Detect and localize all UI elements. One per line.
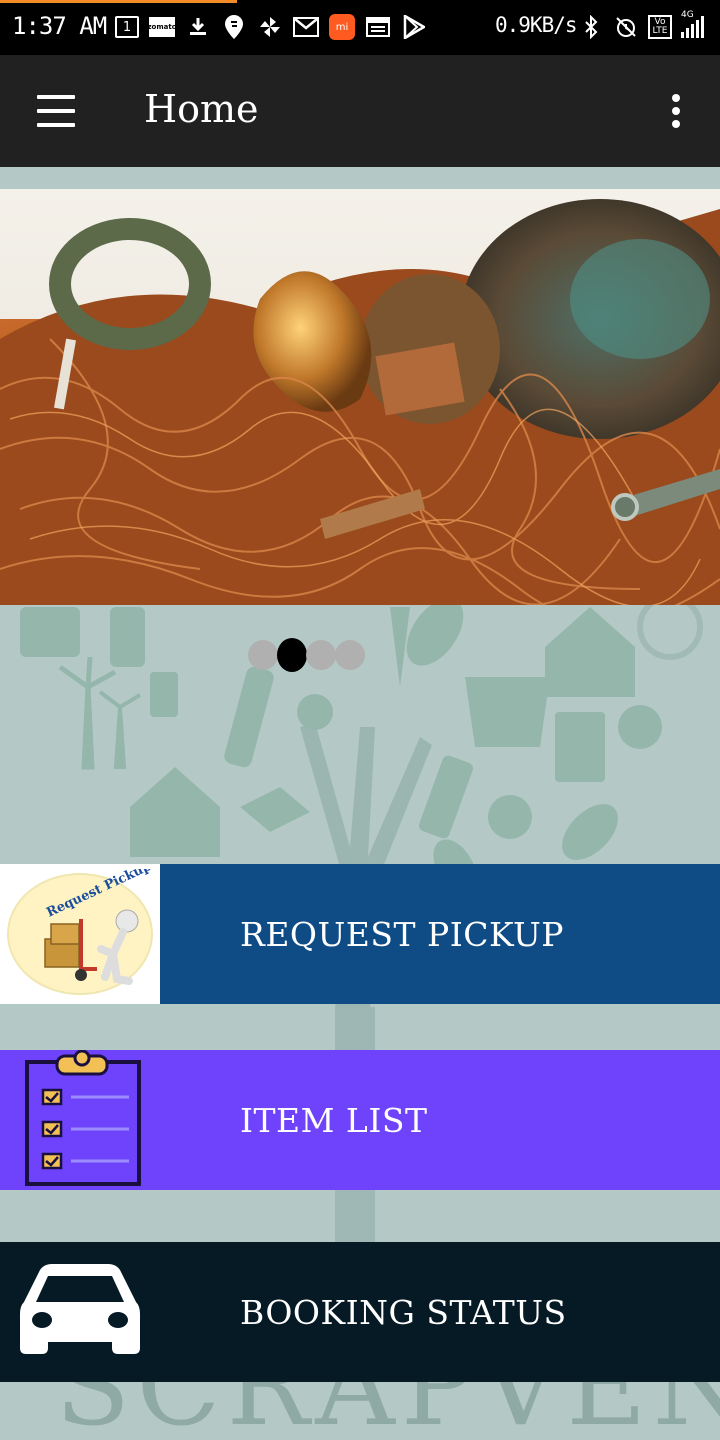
booking-status-button[interactable]: BOOKING STATUS: [0, 1242, 720, 1382]
request-pickup-icon: Request Pickup: [0, 864, 160, 1004]
volte-icon: Vo LTE: [648, 15, 672, 39]
banner-carousel-image[interactable]: [0, 189, 720, 605]
status-bar: 1:37 AM 1 zomato mi 0.9KB/s Vo LTE 4G: [0, 0, 720, 55]
scrap-metal-image: [0, 189, 720, 605]
carousel-dot-active[interactable]: [277, 638, 307, 672]
request-pickup-label: REQUEST PICKUP: [240, 914, 564, 954]
volte-label-bottom: LTE: [652, 26, 668, 36]
notification-icons: 1 zomato mi: [115, 12, 427, 42]
request-pickup-button[interactable]: Request Pickup REQUEST PICKUP: [0, 864, 720, 1004]
bluetooth-icon: [578, 14, 604, 40]
zomato-icon: zomato: [147, 17, 177, 37]
network-type: 4G: [681, 10, 694, 20]
carousel-indicators: [248, 638, 365, 672]
menu-icon[interactable]: [30, 91, 82, 131]
download-icon: [185, 14, 211, 40]
mi-icon: mi: [329, 14, 355, 40]
news-icon: [365, 14, 391, 40]
app-bar: Home: [0, 55, 720, 167]
more-options-icon[interactable]: [660, 91, 692, 131]
page-load-progress: [0, 0, 237, 3]
alarm-off-icon: [613, 14, 639, 40]
carousel-dot[interactable]: [306, 640, 336, 670]
item-list-label: ITEM LIST: [240, 1100, 428, 1140]
network-speed: 0.9KB/s: [495, 13, 578, 37]
pinwheel-icon: [257, 14, 283, 40]
carousel-dot[interactable]: [248, 640, 278, 670]
calendar-icon: 1: [115, 16, 139, 38]
play-store-icon: [401, 14, 427, 40]
swiggy-icon: [221, 14, 247, 40]
checklist-icon: [0, 1050, 160, 1190]
status-time: 1:37 AM: [12, 12, 107, 40]
carousel-dot[interactable]: [335, 640, 365, 670]
item-list-button[interactable]: ITEM LIST: [0, 1050, 720, 1190]
page-title: Home: [144, 87, 259, 131]
car-icon: [0, 1242, 160, 1382]
signal-icon: 4G: [681, 10, 704, 38]
system-icons: Vo LTE 4G: [578, 10, 704, 42]
gmail-icon: [293, 14, 319, 40]
booking-status-label: BOOKING STATUS: [240, 1292, 567, 1332]
